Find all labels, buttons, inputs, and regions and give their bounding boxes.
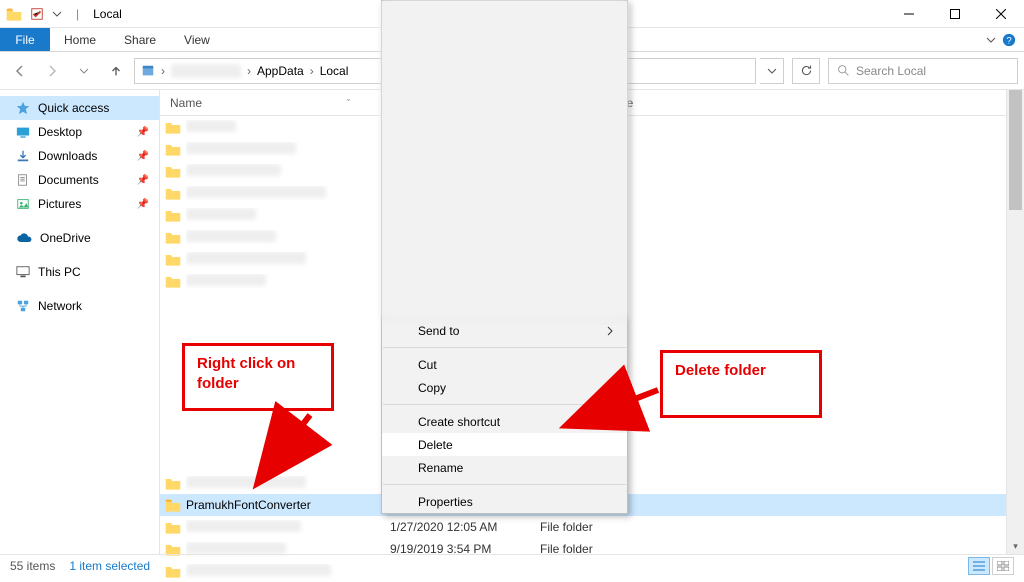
menu-separator [383,484,626,485]
minimize-button[interactable] [886,0,932,28]
address-root-icon [141,64,155,78]
divider: | [76,7,79,21]
chevron-right-icon: › [161,64,165,78]
sidebar-item-label: Downloads [38,149,97,163]
tab-share[interactable]: Share [110,28,170,51]
column-label: Name [170,96,202,110]
sidebar-item-label: This PC [38,265,81,279]
monitor-icon [16,265,30,279]
chevron-right-icon: › [310,64,314,78]
ribbon-collapse-icon[interactable] [986,35,996,45]
sidebar-item-label: Pictures [38,197,81,211]
annotation-right-click: Right click on folder [182,343,334,411]
context-menu-delete[interactable]: Delete [382,433,627,456]
address-history-dropdown[interactable] [760,58,784,84]
annotation-delete-folder: Delete folder [660,350,822,418]
pin-icon: 📌 [137,127,149,138]
sidebar-item-label: Desktop [38,125,82,139]
menu-item-label: Delete [418,438,453,452]
sidebar-onedrive[interactable]: OneDrive [0,226,159,250]
sidebar-this-pc[interactable]: This PC [0,260,159,284]
breadcrumb-local[interactable]: Local [320,64,349,78]
sidebar-item-pictures[interactable]: Pictures 📌 [0,192,159,216]
sidebar-item-documents[interactable]: Documents 📌 [0,168,159,192]
status-item-count: 55 items [10,559,55,573]
context-menu: Send to Cut Copy Create shortcut Delete … [381,0,628,514]
forward-button[interactable] [38,57,66,85]
menu-item-label: Create shortcut [418,415,500,429]
menu-item-label: Rename [418,461,463,475]
status-selected-count: 1 item selected [69,559,150,573]
sidebar-item-label: Documents [38,173,99,187]
refresh-button[interactable] [792,58,820,84]
sort-caret-icon: ˇ [347,98,350,108]
up-button[interactable] [102,57,130,85]
scrollbar-down-icon[interactable]: ▾ [1007,541,1024,552]
sidebar-item-downloads[interactable]: Downloads 📌 [0,144,159,168]
downloads-icon [16,149,30,163]
desktop-icon [16,125,30,139]
sidebar-quick-access[interactable]: Quick access [0,96,159,120]
column-header-name[interactable]: Name ˇ [160,96,390,110]
search-icon [837,64,850,77]
pin-icon: 📌 [137,199,149,210]
status-bar: 55 items 1 item selected [0,554,1024,576]
sidebar-item-label: OneDrive [40,231,91,245]
scrollbar-thumb[interactable] [1009,90,1022,210]
context-menu-blurred-items [382,1,627,319]
window-title: Local [93,7,122,21]
menu-item-label: Send to [418,324,459,338]
help-icon[interactable]: ? [1002,33,1016,47]
qat-dropdown-icon[interactable] [52,9,62,19]
menu-item-label: Properties [418,495,473,509]
folder-app-icon [6,7,22,21]
maximize-button[interactable] [932,0,978,28]
scrollbar[interactable]: ▾ [1006,90,1024,554]
recent-locations-button[interactable] [70,57,98,85]
pin-icon: 📌 [137,175,149,186]
menu-separator [383,404,626,405]
sidebar-item-label: Network [38,299,82,313]
context-menu-rename[interactable]: Rename [382,456,627,479]
list-item[interactable]: 1/27/2020 12:05 AM File folder [160,516,1006,538]
list-item-name: PramukhFontConverter [186,498,390,512]
tab-view[interactable]: View [170,28,224,51]
view-details-button[interactable] [968,557,990,575]
tab-home[interactable]: Home [50,28,110,51]
pin-icon: 📌 [137,151,149,162]
context-menu-send-to[interactable]: Send to [382,319,627,342]
network-icon [16,299,30,313]
chevron-right-icon [605,326,615,336]
context-menu-properties[interactable]: Properties [382,490,627,513]
context-menu-cut[interactable]: Cut [382,353,627,376]
pictures-icon [16,197,30,211]
window-controls [886,0,1024,28]
search-input[interactable]: Search Local [828,58,1018,84]
sidebar-item-desktop[interactable]: Desktop 📌 [0,120,159,144]
folder-icon [160,498,186,512]
menu-item-label: Cut [418,358,437,372]
menu-separator [383,347,626,348]
sidebar: Quick access Desktop 📌 Downloads 📌 Docum… [0,90,160,554]
close-button[interactable] [978,0,1024,28]
list-item-type: File folder [540,520,640,534]
svg-text:?: ? [1006,35,1011,46]
context-menu-create-shortcut[interactable]: Create shortcut [382,410,627,433]
star-icon [16,101,30,115]
qat-properties-icon[interactable] [30,7,44,21]
breadcrumb-appdata[interactable]: AppData [257,64,304,78]
view-large-icons-button[interactable] [992,557,1014,575]
list-item-modified: 1/27/2020 12:05 AM [390,520,540,534]
context-menu-copy[interactable]: Copy [382,376,627,399]
breadcrumb-user[interactable] [171,64,241,78]
sidebar-item-label: Quick access [38,101,109,115]
search-placeholder: Search Local [856,64,926,78]
sidebar-network[interactable]: Network [0,294,159,318]
menu-item-label: Copy [418,381,446,395]
cloud-icon [16,232,32,244]
file-tab[interactable]: File [0,28,50,51]
documents-icon [16,173,30,187]
back-button[interactable] [6,57,34,85]
chevron-right-icon: › [247,64,251,78]
